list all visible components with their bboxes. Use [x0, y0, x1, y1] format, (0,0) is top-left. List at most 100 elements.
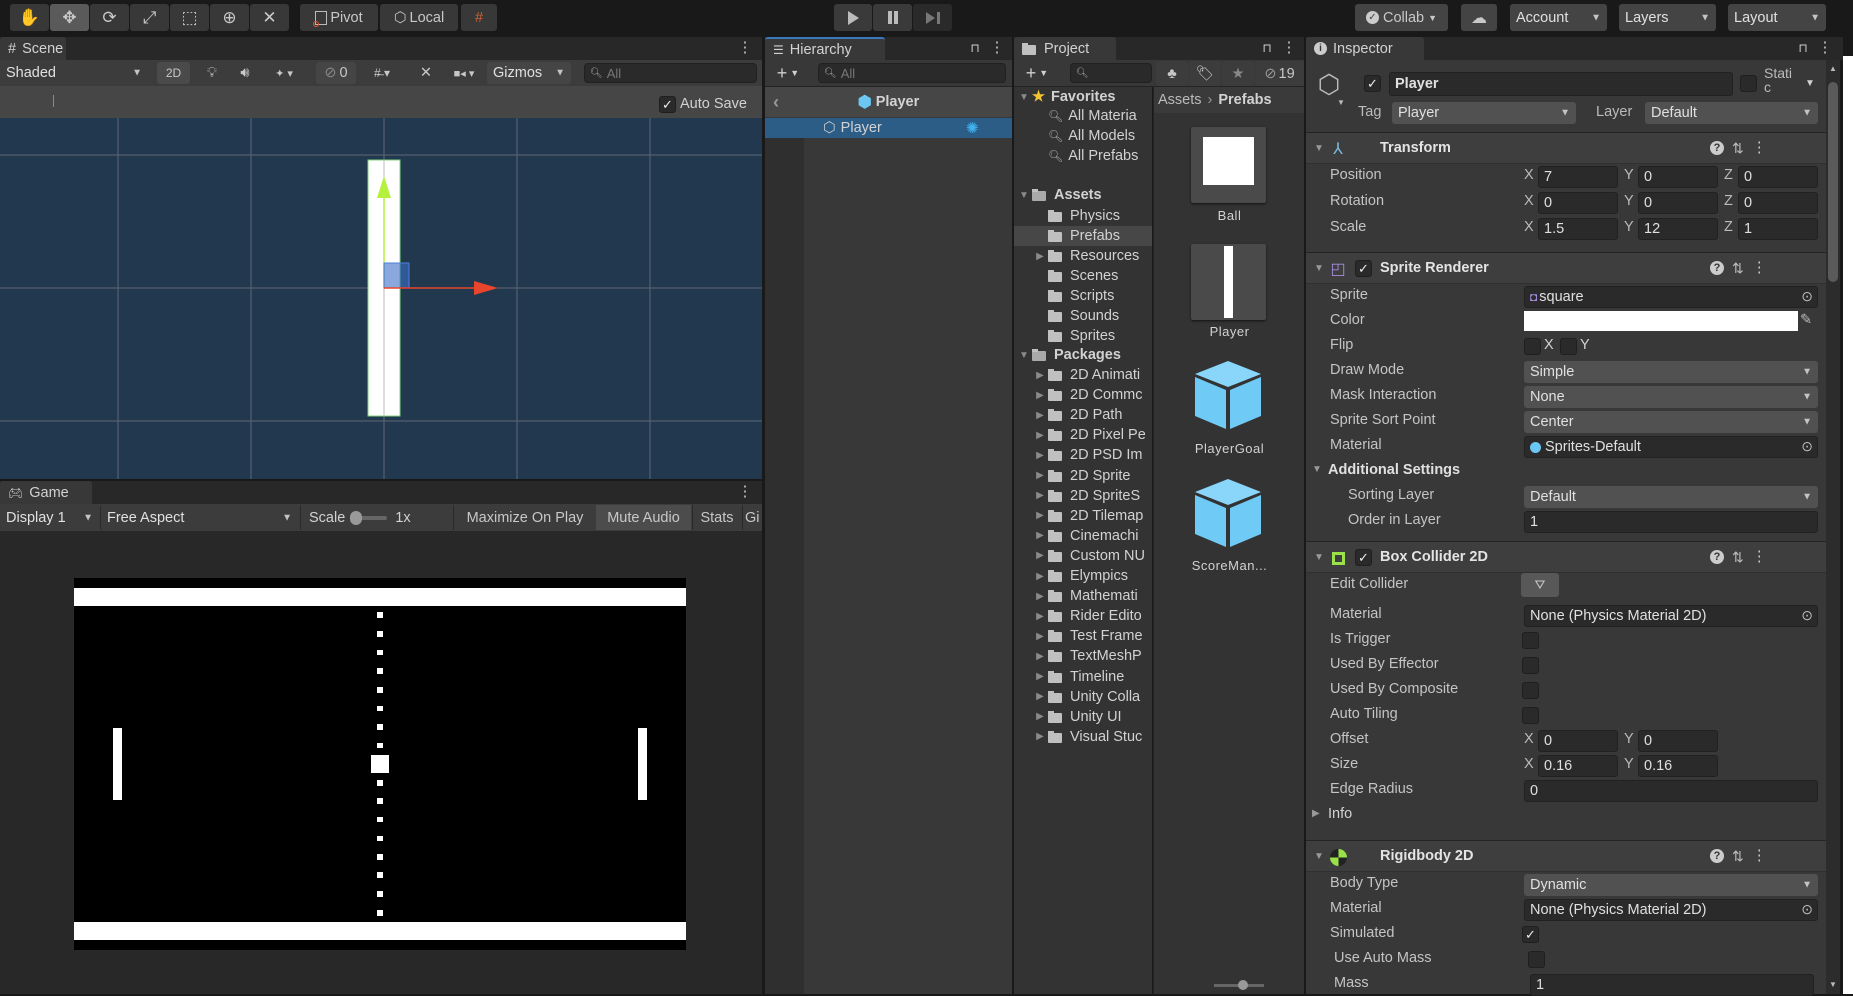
tree-folder-scenes[interactable]: Scenes [1014, 266, 1152, 286]
audio-toggle[interactable]: 🔊︎ [230, 62, 260, 84]
y-field[interactable]: 12 [1638, 218, 1718, 240]
mute-audio-toggle[interactable]: Mute Audio [596, 505, 691, 530]
mass-field[interactable]: 1 [1530, 974, 1814, 996]
tree-package-item[interactable]: ▶ 2D Sprite [1014, 466, 1152, 486]
mask-interaction-dropdown[interactable]: None ▼ [1524, 386, 1818, 408]
expand-arrow-icon[interactable]: ▶ [1032, 631, 1048, 642]
object-picker-icon[interactable]: ⊙ [1801, 288, 1813, 305]
z-field[interactable]: 0 [1738, 192, 1818, 214]
tree-folder-scripts[interactable]: Scripts [1014, 286, 1152, 306]
tab-project[interactable]: Project [1014, 37, 1116, 60]
tree-package-item[interactable]: ▶ 2D Path [1014, 405, 1152, 425]
tree-package-item[interactable]: ▶ Elympics [1014, 566, 1152, 586]
tree-package-item[interactable]: ▶ TextMeshP [1014, 646, 1152, 666]
is-trigger-checkbox[interactable] [1522, 632, 1539, 649]
rotate-tool-button[interactable]: ⟳ [90, 4, 129, 31]
tree-favorites[interactable]: ▼ ★ Favorites [1014, 87, 1152, 107]
hand-tool-button[interactable]: ✋ [10, 4, 49, 31]
used-by-effector-checkbox[interactable] [1522, 657, 1539, 674]
expand-arrow-icon[interactable]: ▶ [1032, 591, 1048, 602]
breadcrumb-item[interactable]: Prefabs [1218, 92, 1271, 108]
rect-tool-button[interactable]: ⬚ [170, 4, 209, 31]
expand-arrow-icon[interactable]: ▶ [1032, 691, 1048, 702]
x-axis-label[interactable]: X [1524, 193, 1534, 209]
tree-package-item[interactable]: ▶ 2D Tilemap [1014, 506, 1152, 526]
expand-arrow-icon[interactable]: ▶ [1032, 510, 1048, 521]
y-axis-label[interactable]: Y [1624, 756, 1634, 772]
tree-package-item[interactable]: ▶ Timeline [1014, 667, 1152, 687]
simulated-checkbox[interactable]: ✓ [1522, 926, 1539, 943]
object-field[interactable]: None (Physics Material 2D) ⊙ [1524, 605, 1818, 627]
color-swatch[interactable] [1524, 311, 1798, 331]
more-menu-icon[interactable]: ⋮ [1818, 38, 1833, 58]
expand-arrow-icon[interactable]: ▶ [1032, 410, 1048, 421]
tree-packages[interactable]: ▼ Packages [1014, 345, 1152, 365]
tab-scene[interactable]: # Scene [0, 37, 66, 60]
y-axis-label[interactable]: Y [1624, 731, 1634, 747]
layer-dropdown[interactable]: Default ▼ [1645, 102, 1818, 124]
foldout-arrow-icon[interactable]: ▼ [1312, 464, 1322, 475]
eyedropper-icon[interactable]: ✎ [1800, 312, 1812, 328]
gizmos-toggle[interactable]: Gi [742, 505, 762, 530]
tag-dropdown[interactable]: Player ▼ [1392, 102, 1576, 124]
expand-arrow-icon[interactable]: ▶ [1032, 711, 1048, 722]
object-field[interactable]: Sprites-Default ⊙ [1524, 436, 1818, 458]
tree-package-item[interactable]: ▶ Unity UI [1014, 707, 1152, 727]
x-field[interactable]: 0 [1538, 192, 1618, 214]
expand-arrow-icon[interactable]: ▶ [1032, 671, 1048, 682]
foldout-label[interactable]: Additional Settings [1328, 462, 1460, 478]
tab-inspector[interactable]: i Inspector [1306, 37, 1424, 60]
y-field[interactable]: 0 [1638, 730, 1718, 752]
expand-arrow-icon[interactable]: ▼ [1016, 92, 1032, 103]
2d-mode-toggle[interactable]: 2D [157, 62, 190, 84]
auto-save-checkbox[interactable]: ✓ [659, 96, 676, 113]
more-menu-icon[interactable]: ⋮ [1752, 260, 1767, 276]
more-menu-icon[interactable]: ⋮ [1282, 38, 1297, 58]
tab-hierarchy[interactable]: ☰ Hierarchy [765, 37, 885, 60]
object-field[interactable]: None (Physics Material 2D) ⊙ [1524, 899, 1818, 921]
collab-dropdown[interactable]: ✓ Collab ▼ [1355, 4, 1448, 31]
tree-favorite-item[interactable]: 🔍︎ All Materia [1014, 106, 1152, 126]
shading-mode-dropdown[interactable]: Shaded ▼ [0, 61, 148, 85]
edit-collider-button[interactable]: ⛛ [1521, 573, 1559, 597]
lock-icon[interactable]: ⊓ [1796, 38, 1810, 58]
order-in-layer-field[interactable]: 1 [1524, 511, 1818, 533]
tree-folder-prefabs[interactable]: Prefabs [1014, 226, 1152, 246]
help-icon[interactable]: ? [1710, 849, 1724, 863]
component-header-box-collider-2d[interactable]: ▼ ✓ Box Collider 2D? ⇅ ⋮ [1306, 541, 1826, 573]
expand-arrow-icon[interactable]: ▶ [1032, 251, 1048, 262]
component-enabled-checkbox[interactable]: ✓ [1355, 549, 1372, 566]
move-gizmo-x-arrow[interactable] [474, 281, 498, 295]
expand-arrow-icon[interactable]: ▶ [1032, 370, 1048, 381]
expand-arrow-icon[interactable]: ▶ [1032, 390, 1048, 401]
y-axis-label[interactable]: Y [1624, 219, 1634, 235]
tree-package-item[interactable]: ▶ 2D Animati [1014, 365, 1152, 385]
hierarchy-search-input[interactable]: 🔍︎ All [818, 63, 1006, 83]
x-axis-label[interactable]: X [1524, 756, 1534, 772]
tree-folder-sounds[interactable]: Sounds [1014, 306, 1152, 326]
auto-tiling-checkbox[interactable] [1522, 707, 1539, 724]
account-dropdown[interactable]: Account ▼ [1510, 4, 1607, 31]
flip-x-checkbox[interactable] [1524, 338, 1541, 355]
hidden-objects-toggle[interactable]: ⊘ 0 [316, 62, 356, 84]
hidden-packages-toggle[interactable]: ⊘ 19 [1255, 61, 1304, 86]
object-picker-icon[interactable]: ⊙ [1801, 438, 1813, 455]
body-type-dropdown[interactable]: Dynamic ▼ [1524, 874, 1818, 896]
move-gizmo-plane-handle[interactable] [383, 262, 410, 289]
aspect-dropdown[interactable]: Free Aspect ▼ [100, 505, 298, 530]
used-by-composite-checkbox[interactable] [1522, 682, 1539, 699]
edge-radius-field[interactable]: 0 [1524, 780, 1818, 802]
scrollbar-thumb[interactable] [1828, 82, 1838, 282]
local-toggle[interactable]: ⬡ Local [380, 4, 458, 31]
x-axis-label[interactable]: X [1524, 167, 1534, 183]
icon-dropdown-chevron-icon[interactable]: ▼ [1337, 98, 1345, 107]
expand-arrow-icon[interactable]: ▶ [1032, 430, 1048, 441]
component-header-rigidbody-2d[interactable]: ▼ Rigidbody 2D? ⇅ ⋮ [1306, 840, 1826, 872]
back-chevron-icon[interactable]: ‹ [773, 92, 779, 113]
foldout-arrow-icon[interactable]: ▼ [1314, 143, 1324, 154]
sprite-sort-point-dropdown[interactable]: Center ▼ [1524, 411, 1818, 433]
x-field[interactable]: 0.16 [1538, 755, 1618, 777]
breadcrumb-item[interactable]: Assets [1158, 92, 1202, 108]
expand-arrow-icon[interactable]: ▶ [1032, 550, 1048, 561]
component-enabled-checkbox[interactable]: ✓ [1355, 260, 1372, 277]
